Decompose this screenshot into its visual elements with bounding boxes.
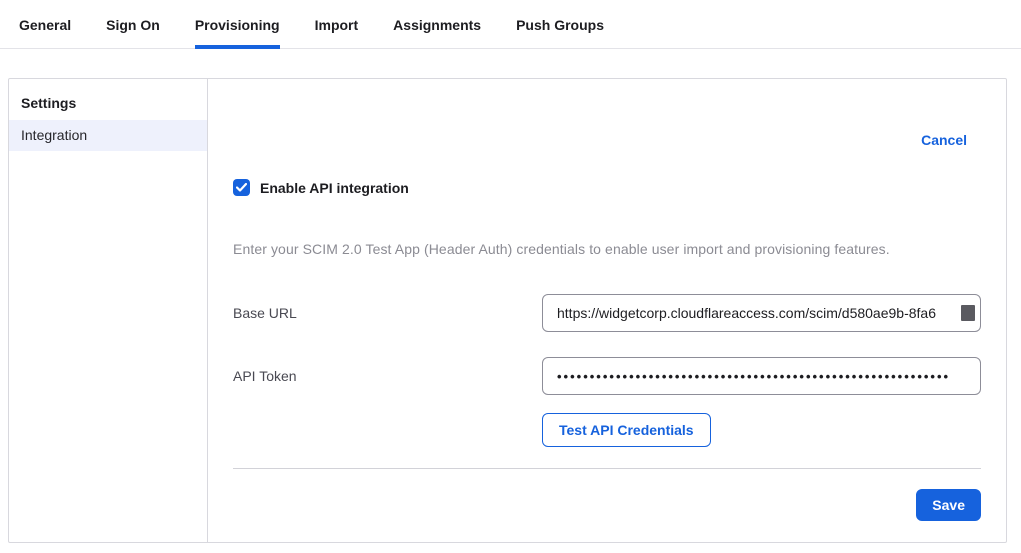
test-api-credentials-button[interactable]: Test API Credentials (542, 413, 711, 447)
cancel-row: Cancel (233, 132, 981, 150)
credentials-description: Enter your SCIM 2.0 Test App (Header Aut… (233, 241, 981, 257)
base-url-row: Base URL (233, 294, 981, 332)
cancel-link[interactable]: Cancel (921, 132, 967, 148)
provisioning-panel: Settings Integration Cancel Enable API i… (8, 78, 1007, 543)
enable-api-checkbox[interactable] (233, 179, 250, 196)
enable-api-label: Enable API integration (260, 180, 409, 196)
tab-sign-on[interactable]: Sign On (106, 0, 160, 49)
settings-sidebar: Settings Integration (9, 79, 208, 542)
footer-divider (233, 468, 981, 469)
tab-provisioning[interactable]: Provisioning (195, 0, 280, 49)
api-token-row: API Token (233, 357, 981, 395)
tab-general[interactable]: General (19, 0, 71, 49)
sidebar-heading: Settings (9, 85, 207, 120)
app-tab-bar: General Sign On Provisioning Import Assi… (0, 0, 1021, 49)
api-token-label: API Token (233, 368, 542, 384)
integration-form: Cancel Enable API integration Enter your… (208, 79, 1006, 542)
api-token-input[interactable] (542, 357, 981, 395)
save-row: Save (233, 489, 981, 521)
test-credentials-row: Test API Credentials (233, 413, 981, 447)
base-url-input-wrap (542, 294, 981, 332)
checkmark-icon (236, 183, 247, 192)
api-token-input-wrap (542, 357, 981, 395)
base-url-input[interactable] (542, 294, 981, 332)
tab-import[interactable]: Import (315, 0, 359, 49)
tab-push-groups[interactable]: Push Groups (516, 0, 604, 49)
sidebar-item-integration[interactable]: Integration (9, 120, 207, 151)
enable-api-row: Enable API integration (233, 179, 981, 196)
save-button[interactable]: Save (916, 489, 981, 521)
text-cursor (961, 305, 975, 321)
tab-assignments[interactable]: Assignments (393, 0, 481, 49)
base-url-label: Base URL (233, 305, 542, 321)
